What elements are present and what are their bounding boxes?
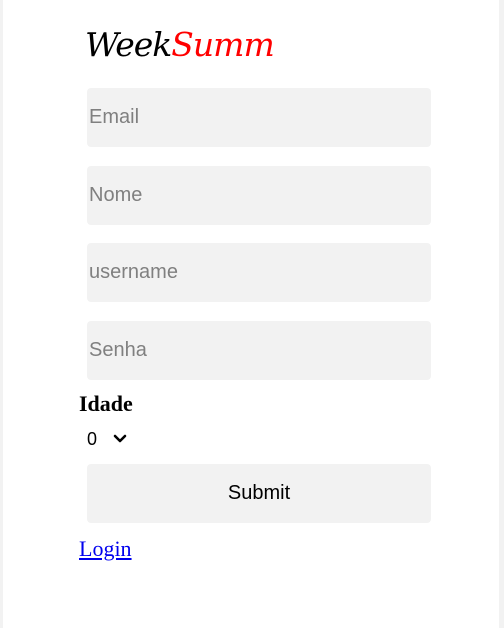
email-field[interactable] — [87, 88, 431, 147]
nome-field[interactable] — [87, 166, 431, 225]
idade-selected-value: 0 — [87, 428, 98, 449]
idade-label: Idade — [79, 391, 133, 416]
logo-text-week: Week — [85, 25, 172, 64]
logo-text-summ: Summ — [171, 25, 274, 64]
idade-select[interactable]: 0 — [79, 426, 141, 452]
logo: WeekSumm — [85, 20, 275, 70]
submit-button[interactable]: Submit — [87, 464, 431, 523]
chevron-down-icon — [113, 434, 127, 443]
username-field[interactable] — [87, 243, 431, 302]
senha-field[interactable] — [87, 321, 431, 380]
signup-card: WeekSumm Idade 0 Submit Login — [3, 0, 499, 628]
login-link[interactable]: Login — [79, 536, 132, 562]
